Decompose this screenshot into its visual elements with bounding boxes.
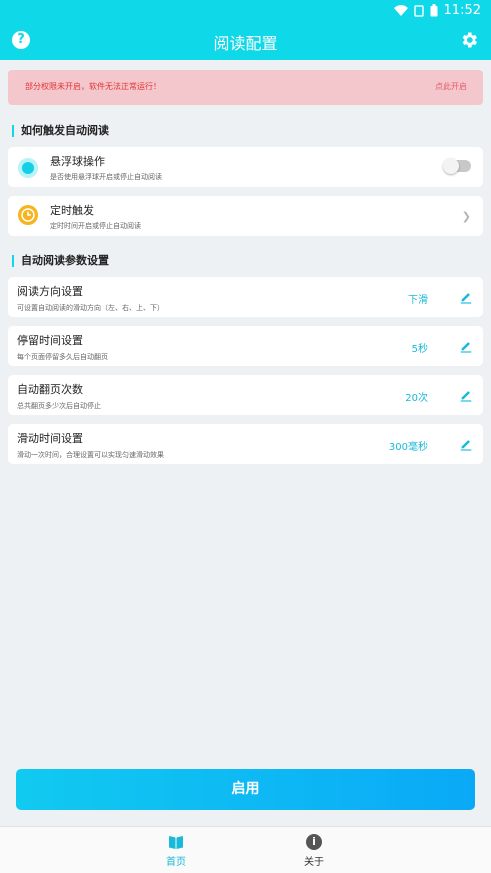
enable-button[interactable]: 启用	[16, 769, 475, 810]
wifi-icon	[393, 4, 408, 16]
direction-subtitle: 可设置自动阅读的滑动方向（左、右、上、下）	[17, 304, 164, 312]
section-title-trigger: 如何触发自动阅读	[12, 125, 109, 137]
swipe-time-subtitle: 滑动一次时间，合理设置可以实现匀速滑动效果	[17, 451, 164, 459]
section-title-params: 自动阅读参数设置	[12, 255, 109, 267]
timed-trigger-option[interactable]: 定时触发 定时时间开启或停止自动阅读 ❯	[8, 196, 483, 236]
swipe-time-setting[interactable]: 滑动时间设置 滑动一次时间，合理设置可以实现匀速滑动效果 300毫秒	[8, 424, 483, 464]
warning-message: 部分权限未开启，软件无法正常运行！	[25, 82, 161, 91]
nav-label-home: 首页	[166, 857, 186, 868]
floating-ball-option[interactable]: 悬浮球操作 是否使用悬浮球开启或停止自动阅读	[8, 147, 483, 187]
app-bar: ? 阅读配置	[0, 22, 491, 60]
permission-warning-banner: 部分权限未开启，软件无法正常运行！ 点此开启	[8, 70, 483, 105]
nav-label-about: 关于	[304, 857, 324, 868]
gear-icon[interactable]	[459, 30, 479, 50]
page-title: 阅读配置	[213, 34, 278, 53]
bottom-nav: 首页 i 关于	[0, 826, 491, 873]
floating-ball-toggle[interactable]	[443, 158, 471, 174]
sim-icon	[413, 4, 424, 17]
clock-icon	[18, 205, 38, 225]
page-turn-count-title: 自动翻页次数	[17, 383, 83, 396]
book-icon	[169, 836, 183, 849]
swipe-time-title: 滑动时间设置	[17, 432, 83, 445]
swipe-time-value: 300毫秒	[388, 442, 428, 453]
enable-permission-link[interactable]: 点此开启	[435, 81, 467, 92]
page-turn-count-setting[interactable]: 自动翻页次数 总共翻页多少次后自动停止 20次	[8, 375, 483, 415]
timed-trigger-subtitle: 定时时间开启或停止自动阅读	[50, 222, 141, 230]
nav-item-about[interactable]: i 关于	[284, 834, 344, 868]
direction-title: 阅读方向设置	[17, 285, 83, 298]
edit-icon[interactable]	[459, 437, 473, 451]
chevron-right-icon: ❯	[461, 210, 471, 223]
edit-icon[interactable]	[459, 290, 473, 304]
nav-item-home[interactable]: 首页	[146, 834, 206, 868]
battery-icon	[430, 4, 438, 17]
floating-ball-title: 悬浮球操作	[50, 155, 105, 168]
direction-value: 下滑	[408, 295, 428, 306]
page-turn-count-subtitle: 总共翻页多少次后自动停止	[17, 402, 101, 410]
edit-icon[interactable]	[459, 339, 473, 353]
direction-setting[interactable]: 阅读方向设置 可设置自动阅读的滑动方向（左、右、上、下） 下滑	[8, 277, 483, 317]
floating-ball-subtitle: 是否使用悬浮球开启或停止自动阅读	[50, 173, 162, 181]
timed-trigger-title: 定时触发	[50, 204, 94, 217]
dwell-time-value: 5秒	[411, 344, 428, 355]
edit-icon[interactable]	[459, 388, 473, 402]
status-icons: 11:52	[393, 3, 481, 18]
dwell-time-subtitle: 每个页面停留多久后自动翻页	[17, 353, 108, 361]
page-turn-count-value: 20次	[405, 393, 428, 404]
info-icon: i	[306, 834, 322, 850]
dwell-time-setting[interactable]: 停留时间设置 每个页面停留多久后自动翻页 5秒	[8, 326, 483, 366]
status-bar: 11:52	[0, 0, 491, 22]
dwell-time-title: 停留时间设置	[17, 334, 83, 347]
status-time: 11:52	[443, 3, 481, 18]
floating-ball-icon	[18, 158, 38, 178]
